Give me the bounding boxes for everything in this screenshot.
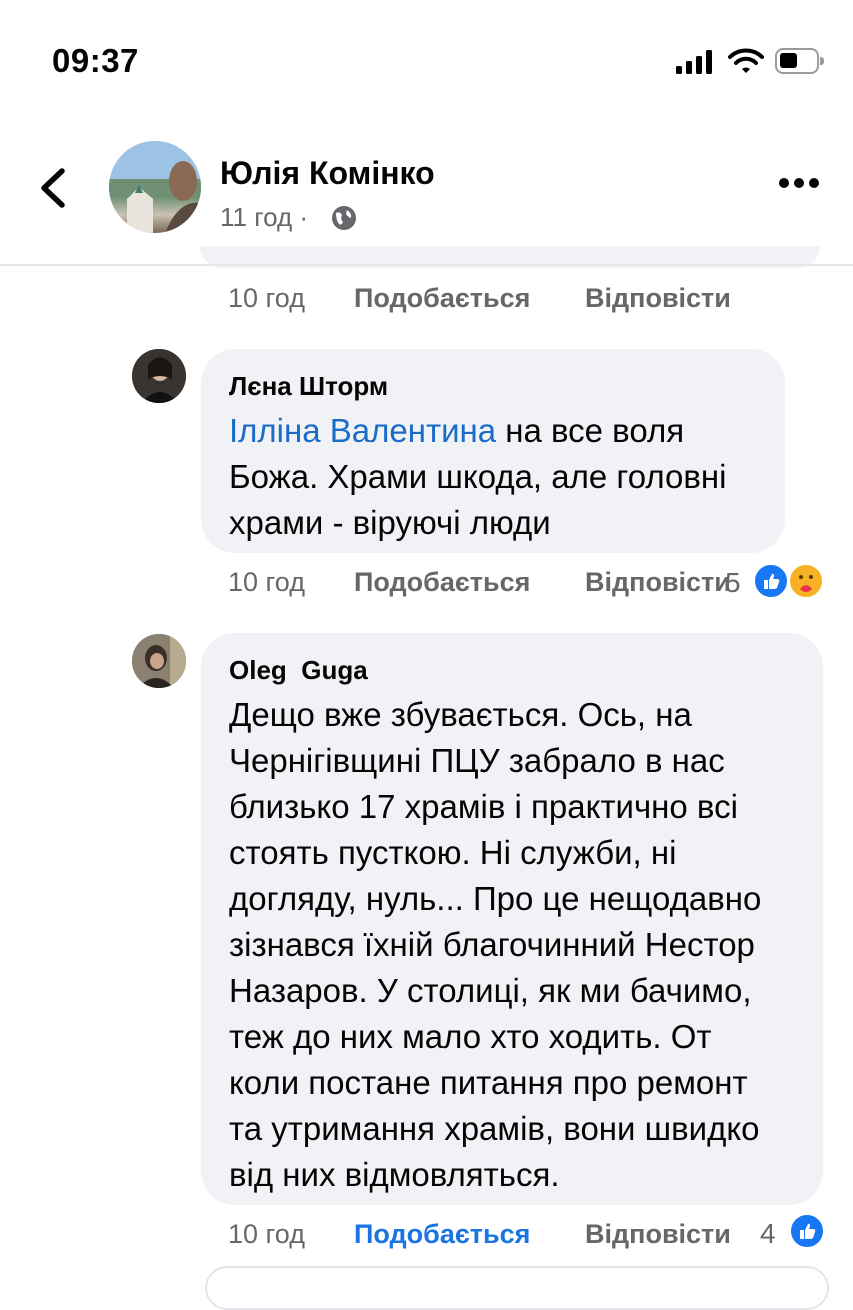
- comment-line: Дещо вже збувається. Ось, на: [229, 696, 692, 733]
- comment-time: 10 год: [228, 1219, 305, 1249]
- status-time: 09:37: [52, 42, 139, 79]
- globe-icon: [332, 206, 356, 230]
- post-time-row: 11 год ·: [220, 202, 308, 233]
- comment-line: від них відмовляться.: [229, 1156, 560, 1193]
- reply-button[interactable]: Відповісти: [585, 1219, 731, 1250]
- like-icon: [753, 563, 789, 599]
- comment-line: на все воля: [505, 412, 685, 449]
- like-button-active[interactable]: Подобається: [354, 1219, 530, 1250]
- wifi-icon: [728, 48, 764, 73]
- cellular-signal-icon: [676, 50, 712, 74]
- author-avatar[interactable]: [109, 141, 201, 233]
- like-icon: [789, 1213, 825, 1249]
- back-arrow-icon[interactable]: [38, 168, 66, 208]
- comment-text: Ілліна Валентина на все воля Божа. Храми…: [229, 408, 769, 546]
- reaction-count[interactable]: 5: [725, 567, 741, 599]
- like-button[interactable]: Подобається: [354, 567, 530, 598]
- comment-line: храми - віруючі люди: [229, 504, 551, 541]
- previous-comment-time: 10 год: [228, 283, 305, 313]
- care-icon: [788, 563, 824, 599]
- reply-button[interactable]: Відповісти: [585, 283, 731, 314]
- comment-text: Дещо вже збувається. Ось, на Чернігівщин…: [229, 692, 814, 1198]
- comment-line: близько 17 храмів і практично всі: [229, 788, 738, 825]
- like-button[interactable]: Подобається: [354, 283, 530, 314]
- battery-icon: [775, 48, 824, 74]
- reaction-count[interactable]: 4: [760, 1218, 776, 1250]
- post-time: 11 год: [220, 202, 293, 232]
- commenter-avatar[interactable]: [132, 349, 186, 403]
- comment-line: теж до них мало хто ходить. От: [229, 1018, 712, 1055]
- comment-author[interactable]: Oleg Guga: [229, 655, 368, 686]
- comment-time: 10 год: [228, 567, 305, 597]
- comment-line: Божа. Храми шкода, але головні: [229, 458, 727, 495]
- mention-link[interactable]: Ілліна Валентина: [229, 412, 496, 449]
- reply-button[interactable]: Відповісти: [585, 567, 731, 598]
- next-comment-box: [205, 1266, 829, 1310]
- comment-line: коли постане питання про ремонт: [229, 1064, 748, 1101]
- comment-line: догляду, нуль... Про це нещодавно: [229, 880, 762, 917]
- commenter-avatar[interactable]: [132, 634, 186, 688]
- comment-line: стоять пусткою. Ні служби, ні: [229, 834, 677, 871]
- header-divider: [0, 264, 853, 266]
- comment-line: зізнався їхній благочинний Нестор: [229, 926, 755, 963]
- comment-line: та утримання храмів, вони швидко: [229, 1110, 760, 1147]
- comment-line: Назаров. У столиці, як ми бачимо,: [229, 972, 752, 1009]
- comment-author[interactable]: Лєна Шторм: [229, 371, 388, 402]
- comment-line: Чернігівщині ПЦУ забрало в нас: [229, 742, 725, 779]
- more-options-icon[interactable]: [778, 176, 820, 190]
- post-author-name[interactable]: Юлія Комінко: [220, 155, 435, 192]
- separator-dot: ·: [299, 202, 309, 232]
